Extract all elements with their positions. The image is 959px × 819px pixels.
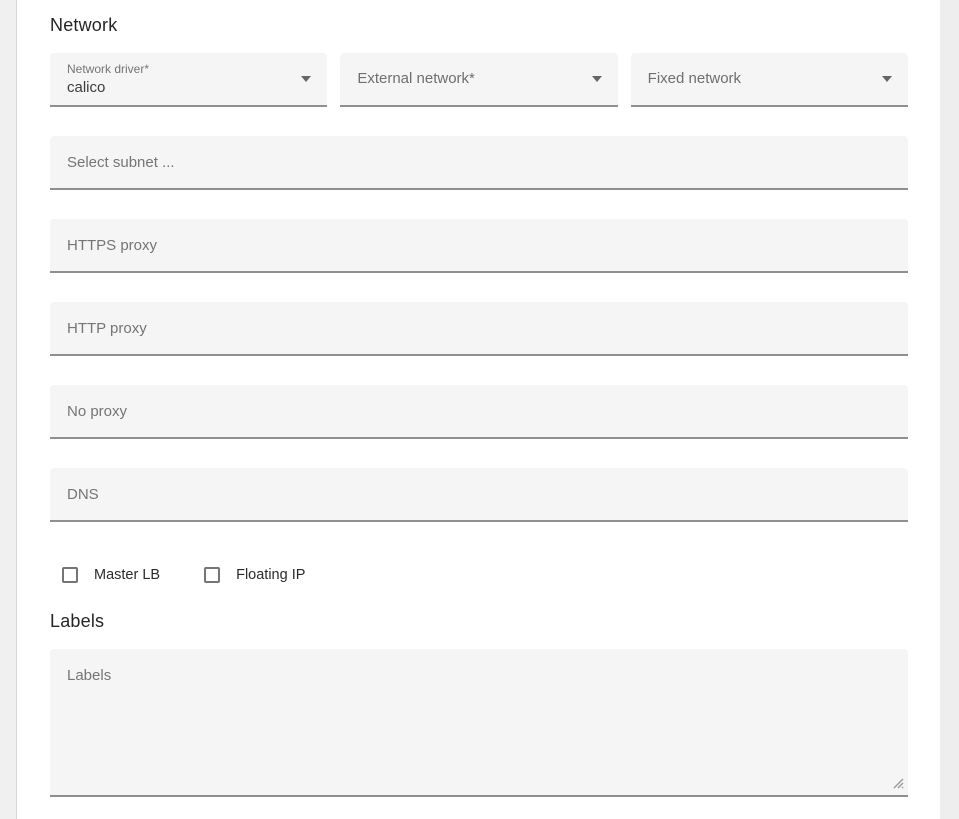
network-driver-select[interactable]: Network driver* calico: [50, 53, 327, 107]
floating-ip-label[interactable]: Floating IP: [236, 565, 305, 585]
external-network-placeholder: External network*: [357, 70, 583, 88]
labels-textarea-wrap: [50, 649, 908, 797]
chevron-down-icon: [592, 76, 602, 82]
checkbox-row: Master LB Floating IP: [50, 565, 926, 585]
form-page: Network Network driver* calico External …: [0, 0, 959, 819]
master-lb-checkbox-group[interactable]: Master LB: [62, 565, 160, 585]
floating-ip-checkbox-group[interactable]: Floating IP: [204, 565, 305, 585]
master-lb-checkbox[interactable]: [62, 567, 78, 583]
fixed-subnet-input[interactable]: [50, 136, 908, 190]
dns-input[interactable]: [50, 468, 908, 522]
master-lb-label[interactable]: Master LB: [94, 565, 160, 585]
fixed-network-placeholder: Fixed network: [648, 70, 874, 88]
network-section-heading: Network: [50, 14, 926, 36]
network-driver-value: calico: [67, 79, 293, 97]
https-proxy-input[interactable]: [50, 219, 908, 273]
chevron-down-icon: [301, 76, 311, 82]
network-form: Network Network driver* calico External …: [18, 0, 940, 819]
http-proxy-input[interactable]: [50, 302, 908, 356]
no-proxy-input[interactable]: [50, 385, 908, 439]
fixed-network-select[interactable]: Fixed network: [631, 53, 908, 107]
floating-ip-checkbox[interactable]: [204, 567, 220, 583]
network-driver-label: Network driver*: [67, 62, 293, 76]
labels-section-heading: Labels: [50, 610, 926, 632]
left-rail: [0, 0, 17, 819]
labels-textarea[interactable]: [50, 649, 908, 797]
external-network-select[interactable]: External network*: [340, 53, 617, 107]
chevron-down-icon: [882, 76, 892, 82]
scrollbar-track[interactable]: [940, 0, 959, 819]
resize-handle-icon[interactable]: [892, 777, 904, 789]
network-selects-row: Network driver* calico External network*…: [50, 53, 908, 107]
